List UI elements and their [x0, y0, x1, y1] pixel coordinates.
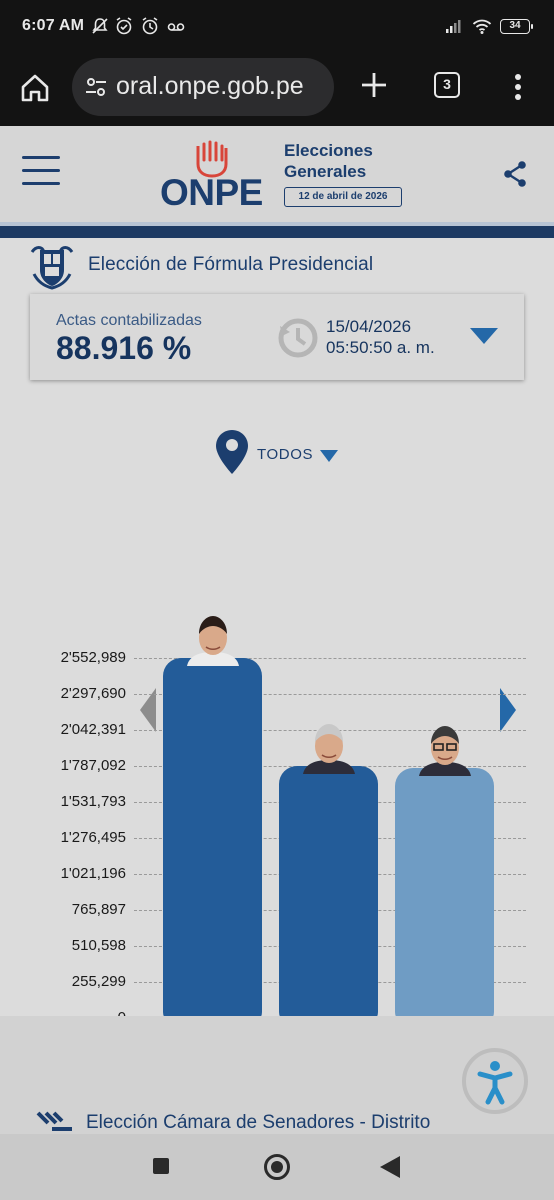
peru-crest-icon — [30, 246, 74, 290]
alarm-check-icon — [116, 17, 132, 35]
update-timestamp: 15/04/2026 05:50:50 a. m. — [326, 316, 435, 358]
section-title: Elección de Fórmula Presidencial — [88, 254, 374, 275]
senate-icon — [36, 1111, 72, 1131]
expand-caret-icon[interactable] — [470, 328, 498, 344]
recents-button[interactable] — [153, 1158, 169, 1174]
accessibility-button[interactable] — [462, 1048, 528, 1114]
y-tick-label: 510,598 — [71, 937, 126, 954]
url-text[interactable]: oral.onpe.gob.pe — [116, 72, 304, 101]
header-divider — [0, 222, 554, 238]
bar-jp[interactable] — [395, 768, 494, 1024]
presidential-results-chart: 2'552,989 2'297,690 2'042,391 1'787,092 1'53… — [0, 496, 554, 1026]
voicemail-icon — [167, 23, 185, 31]
location-pin-icon — [216, 430, 248, 474]
election-line-1: Elecciones — [284, 141, 373, 160]
y-tick-label: 765,897 — [71, 901, 126, 918]
region-label[interactable]: TODOS — [257, 446, 313, 463]
election-line-2: Generales — [284, 162, 367, 181]
history-clock-icon — [278, 318, 318, 358]
site-header: ONPE Elecciones Generales 12 de abril de… — [0, 126, 554, 222]
candidate-photo-jp — [418, 726, 471, 777]
y-tick-label: 1'021,196 — [60, 865, 126, 882]
y-tick-label: 2'042,391 — [60, 721, 126, 738]
status-bar: 6:07 AM 34 — [0, 0, 554, 56]
election-date: 12 de abril de 2026 — [284, 187, 402, 207]
signal-icon — [446, 20, 461, 33]
actas-label: Actas contabilizadas — [56, 312, 202, 329]
address-bar[interactable]: oral.onpe.gob.pe — [72, 58, 334, 116]
back-icon[interactable] — [380, 1156, 400, 1178]
home-icon[interactable] — [18, 71, 52, 105]
home-button[interactable] — [264, 1154, 290, 1180]
system-nav-bar — [0, 1134, 554, 1200]
status-time: 6:07 AM — [22, 17, 85, 34]
accessibility-icon — [477, 1061, 513, 1105]
candidate-photo-k — [186, 616, 239, 666]
candidate-photo-r — [302, 724, 355, 774]
battery-icon: 34 — [500, 19, 533, 34]
actas-percent: 88.916 % — [56, 330, 192, 366]
y-tick-label: 2'552,989 — [60, 649, 126, 666]
update-date: 15/04/2026 — [326, 317, 412, 336]
browser-toolbar: oral.onpe.gob.pe 3 — [0, 56, 554, 126]
bar-r[interactable] — [279, 766, 378, 1024]
update-time: 05:50:50 a. m. — [326, 338, 435, 357]
y-tick-label: 2'297,690 — [60, 685, 126, 702]
web-page: ONPE Elecciones Generales 12 de abril de… — [0, 126, 554, 1134]
logo-text: ONPE — [160, 172, 263, 213]
y-tick-label: 1'531,793 — [60, 793, 126, 810]
y-tick-label: 1'276,495 — [60, 829, 126, 846]
wifi-icon — [472, 19, 492, 34]
alarm-icon — [142, 17, 158, 35]
region-dropdown-icon[interactable] — [320, 450, 338, 462]
y-tick-label: 255,299 — [71, 973, 126, 990]
site-settings-icon[interactable] — [84, 75, 108, 99]
share-icon[interactable] — [502, 160, 528, 188]
new-tab-icon[interactable] — [358, 69, 390, 101]
tab-switcher-button[interactable]: 3 — [434, 72, 460, 98]
bar-k[interactable] — [163, 658, 262, 1024]
mute-notifications-icon — [92, 18, 108, 34]
senate-section-title[interactable]: Elección Cámara de Senadores - Distrito — [86, 1112, 430, 1134]
onpe-logo[interactable]: ONPE — [160, 136, 272, 220]
overflow-menu-icon[interactable] — [508, 70, 528, 104]
actas-progress-card[interactable]: Actas contabilizadas 88.916 % 15/04/2026… — [30, 294, 524, 380]
hamburger-menu-icon[interactable] — [22, 156, 60, 188]
election-name: Elecciones Generales — [284, 140, 373, 182]
y-tick-label: 1'787,092 — [60, 757, 126, 774]
